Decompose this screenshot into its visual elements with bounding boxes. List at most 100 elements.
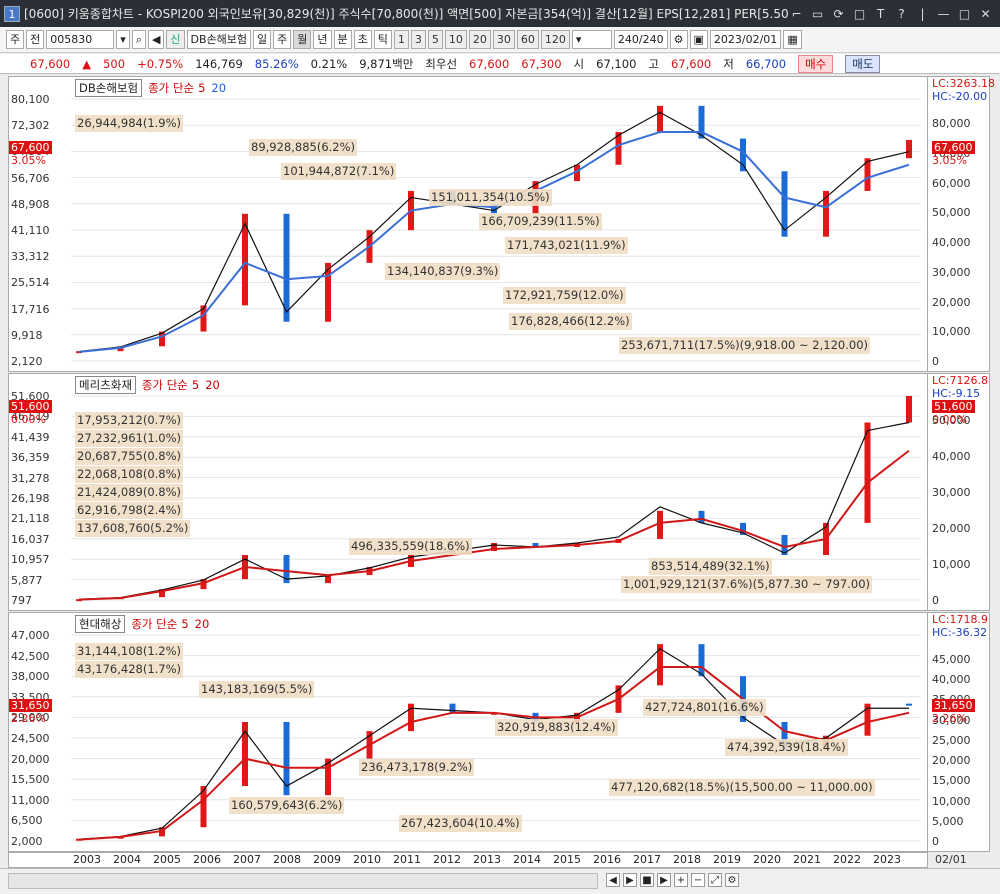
volume-profile-bar: 151,011,354(10.5%) [429,189,552,206]
volume-profile-bar: 1,001,929,121(37.6%)(5,877.30 ~ 797.00) [621,576,873,593]
volume-profile-bar: 172,921,759(12.0%) [503,287,626,304]
right-scale-meritz[interactable]: LC:7126.8 HC:-9.15 50,000 40,000 30,000 20,00… [928,373,990,611]
right-scale-label: 10,000 [932,794,971,808]
left-scale-label: 6,500 [11,814,43,828]
left-scale-label: 10,957 [11,553,50,567]
code-dropdown-icon[interactable]: ▾ [116,30,130,49]
interval-5[interactable]: 5 [427,30,443,49]
legend-stock-name[interactable]: 현대해상 [75,615,126,633]
window-number[interactable]: 1 [4,5,20,22]
restore-icon[interactable]: ▭ [809,7,826,21]
search-icon[interactable]: ⌕ [131,30,146,49]
save-icon[interactable]: ▣ [689,30,708,49]
interval-30[interactable]: 30 [492,30,515,49]
tab-all[interactable]: 전 [26,30,45,49]
left-scale-label: 2,120 [11,355,43,368]
date-input[interactable]: 2023/02/01 [709,30,782,49]
interval-10[interactable]: 10 [444,30,467,49]
buy-button[interactable]: 매수 [798,54,834,73]
volume-ratio: 85.26% [254,56,299,71]
maximize-icon[interactable]: □ [956,7,973,21]
low-price: 66,700 [745,56,787,71]
chart-pane-hyundai[interactable]: 현대해상 종가 단순 5 20 47,000 42,500 38,000 33,500 29,0… [8,612,928,852]
chart-pane-db[interactable]: DB손해보험종가 단순52080,10072,30264,50456,70648… [8,76,928,372]
help-icon[interactable]: ? [893,7,910,21]
legend-stock-name[interactable]: DB손해보험 [75,79,143,97]
right-scale-db[interactable]: LC:3263.18HC:-20.0080,00070,00060,00050,… [928,76,995,372]
date-axis: 2003 2004 2005 2006 2007 2008 2009 2010 2011 2012… [8,852,928,868]
year-label: 2008 [273,853,301,866]
period-week[interactable]: 주 [273,30,292,49]
turnover: 0.21% [310,56,348,71]
interval-120[interactable]: 120 [540,30,570,49]
period-tick[interactable]: 틱 [373,30,392,49]
right-scale-hyundai[interactable]: LC:1718.9HC:-36.3245,00040,00035,00030,0… [928,612,990,852]
stop-icon[interactable]: ■ [640,873,654,887]
left-scale-label: 41,110 [11,224,50,237]
left-scale-label: 80,100 [11,93,50,106]
ask-price: 67,600 [469,56,510,71]
credit-icon[interactable]: 신 [166,30,185,49]
volume-profile-bar: 853,514,489(32.1%) [649,558,772,575]
volume-profile-bar: 26,944,984(1.9%) [75,115,184,132]
title-bar: 1 [0600] 키움종합차트 - KOSPI200 외국인보유[30,829(… [0,0,1000,27]
period-minute[interactable]: 분 [333,30,352,49]
volume-profile-bar: 22,068,108(0.8%) [75,466,184,483]
interval-60[interactable]: 60 [516,30,539,49]
right-scale-label: 60,000 [932,176,971,190]
stock-code-input[interactable]: 005830 [46,30,115,49]
tab-week[interactable]: 주 [6,30,25,49]
settings-icon[interactable]: ⚙ [725,873,739,887]
horizontal-scrollbar[interactable] [8,873,598,889]
period-month[interactable]: 월 [293,30,312,49]
candle [906,703,912,706]
minimize-icon[interactable]: — [935,7,952,21]
left-scale-label: 16,037 [11,532,50,546]
year-label: 2018 [673,853,701,866]
interval-3[interactable]: 3 [410,30,426,49]
tools-icon[interactable]: ⚙ [669,30,688,49]
price-change-pct: +0.75% [137,56,184,71]
interval-20[interactable]: 20 [468,30,491,49]
high-price: 67,600 [670,56,712,71]
close-icon[interactable]: ✕ [977,7,994,21]
font-icon[interactable]: T [872,7,889,21]
chart-legend[interactable]: 메리츠화재 종가 단순 5 20 [75,376,220,394]
volume-profile-bar: 253,671,711(17.5%)(9,918.00 ~ 2,120.00) [619,337,871,354]
zoom-out-icon[interactable]: − [691,873,705,887]
refresh-icon[interactable]: ⟳ [830,7,847,21]
interval-dropdown[interactable]: ▾ [571,30,612,49]
period-day[interactable]: 일 [253,30,272,49]
speaker-icon[interactable]: ◀ [147,30,165,49]
fit-icon[interactable]: ⤢ [708,873,722,887]
current-price-tag: 51,600 [9,400,52,413]
hc-label: HC:-9.15 [932,387,981,400]
maximize-small-icon[interactable]: □ [851,7,868,21]
play-icon[interactable]: ▶ [657,873,671,887]
legend-ma2: 20 [211,81,227,95]
left-scale-label: 56,706 [11,171,50,185]
left-scale-label: 72,302 [11,119,50,133]
hc-label: HC:-20.00 [932,90,988,103]
chart-pane-meritz[interactable]: 메리츠화재 종가 단순 5 20 51,600 46,519 41,439 36,359 31,… [8,373,928,611]
sell-button[interactable]: 매도 [845,54,881,73]
zoom-in-icon[interactable]: + [674,873,688,887]
legend-stock-name[interactable]: 메리츠화재 [75,376,136,394]
date-axis-end: 02/01 [935,853,967,866]
period-second[interactable]: 초 [353,30,372,49]
chart-legend[interactable]: 현대해상 종가 단순 5 20 [75,615,209,633]
next-icon[interactable]: ▶ [623,873,637,887]
prev-icon[interactable]: ◀ [606,873,620,887]
period-year[interactable]: 년 [313,30,332,49]
left-scale-label: 41,439 [11,430,50,444]
calendar-icon[interactable]: ▦ [783,30,802,49]
data-count[interactable]: 240/240 [613,30,668,49]
link-icon[interactable]: ⌐ [788,7,805,21]
right-price-tag: 31,650 [932,699,975,712]
left-scale-label: 42,500 [11,649,50,663]
year-label: 2019 [713,853,741,866]
right-scale-label: 20,000 [932,522,971,535]
interval-1[interactable]: 1 [393,30,409,49]
chart-legend[interactable]: DB손해보험 종가 단순 5 20 [75,79,226,97]
right-scale-label: 0 [932,355,939,368]
